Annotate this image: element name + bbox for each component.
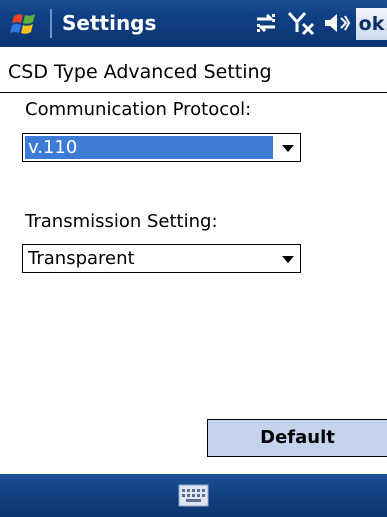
bottom-bar xyxy=(0,474,387,517)
signal-off-icon[interactable] xyxy=(287,10,317,36)
keyboard-icon[interactable] xyxy=(178,484,209,507)
transmission-value: Transparent xyxy=(28,248,135,269)
app-title: Settings xyxy=(62,11,157,35)
heading-divider xyxy=(0,92,387,93)
protocol-label: Communication Protocol: xyxy=(25,99,252,120)
speaker-icon[interactable] xyxy=(322,10,350,36)
protocol-value: v.110 xyxy=(25,136,273,159)
chevron-down-icon[interactable] xyxy=(282,256,294,263)
ok-button[interactable]: ok xyxy=(356,8,387,40)
chevron-down-icon[interactable] xyxy=(282,145,294,152)
protocol-dropdown[interactable]: v.110 xyxy=(22,133,301,162)
transmission-label: Transmission Setting: xyxy=(25,211,218,232)
title-bar: Settings ok xyxy=(0,0,387,47)
connectivity-icon[interactable] xyxy=(253,10,279,36)
windows-start-icon[interactable] xyxy=(8,7,42,41)
transmission-dropdown[interactable]: Transparent xyxy=(22,244,301,273)
title-separator xyxy=(50,9,52,38)
default-button[interactable]: Default xyxy=(207,419,387,457)
page-title: CSD Type Advanced Setting xyxy=(8,61,272,83)
